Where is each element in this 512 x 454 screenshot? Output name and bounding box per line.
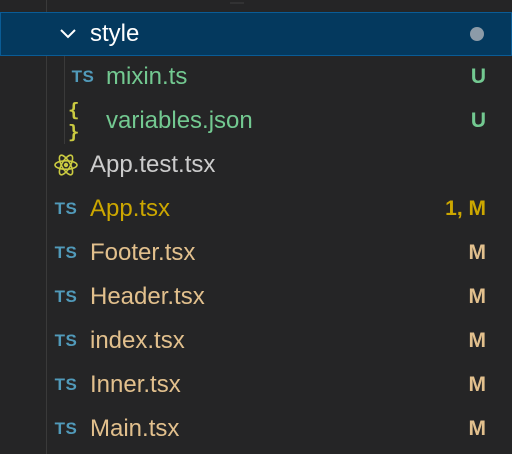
file-label: index.tsx	[90, 327, 185, 354]
git-status-badge: U	[470, 65, 486, 88]
git-status-badge: M	[468, 417, 487, 440]
modified-dot-indicator	[470, 27, 484, 41]
tree-item-app-tsx[interactable]: TS App.tsx 1, M	[0, 187, 512, 231]
file-label: Header.tsx	[90, 283, 205, 310]
tree-item-variables-json[interactable]: { } variables.json U	[0, 99, 512, 143]
folder-label: style	[90, 20, 140, 47]
file-label: App.test.tsx	[90, 151, 216, 178]
typescript-icon: TS	[54, 331, 78, 350]
typescript-icon: TS	[54, 419, 78, 438]
json-braces-icon: { }	[68, 99, 81, 143]
tree-item-header-tsx[interactable]: TS Header.tsx M	[0, 275, 512, 319]
typescript-icon: TS	[54, 375, 78, 394]
file-label: App.tsx	[90, 195, 171, 222]
tree-top-edge	[0, 0, 512, 10]
file-label: mixin.ts	[106, 63, 188, 90]
file-label: Main.tsx	[90, 415, 180, 442]
file-label: Inner.tsx	[90, 371, 181, 398]
git-status-badge: M	[468, 373, 487, 396]
file-explorer-tree: style TS mixin.ts U { } variables.json U…	[0, 0, 512, 454]
tree-folder-style[interactable]: style	[0, 12, 512, 56]
tree-item-footer-tsx[interactable]: TS Footer.tsx M	[0, 231, 512, 275]
typescript-icon: TS	[54, 199, 78, 218]
typescript-icon: TS	[54, 287, 78, 306]
tree-item-main-tsx[interactable]: TS Main.tsx M	[0, 407, 512, 451]
git-status-badge: M	[468, 329, 487, 352]
tree-item-app-test-tsx[interactable]: App.test.tsx	[0, 143, 512, 187]
typescript-icon: TS	[54, 243, 78, 262]
tree-item-index-tsx[interactable]: TS index.tsx M	[0, 319, 512, 363]
git-status-badge: 1, M	[445, 197, 486, 220]
git-status-badge: M	[468, 285, 487, 308]
react-atom-icon	[52, 151, 80, 179]
chevron-down-icon[interactable]	[58, 24, 78, 44]
git-status-badge: U	[470, 109, 486, 132]
typescript-icon: TS	[71, 67, 95, 86]
file-label: variables.json	[106, 107, 253, 134]
git-status-badge: M	[468, 241, 487, 264]
tree-item-mixin-ts[interactable]: TS mixin.ts U	[0, 55, 512, 99]
tree-item-inner-tsx[interactable]: TS Inner.tsx M	[0, 363, 512, 407]
file-label: Footer.tsx	[90, 239, 196, 266]
